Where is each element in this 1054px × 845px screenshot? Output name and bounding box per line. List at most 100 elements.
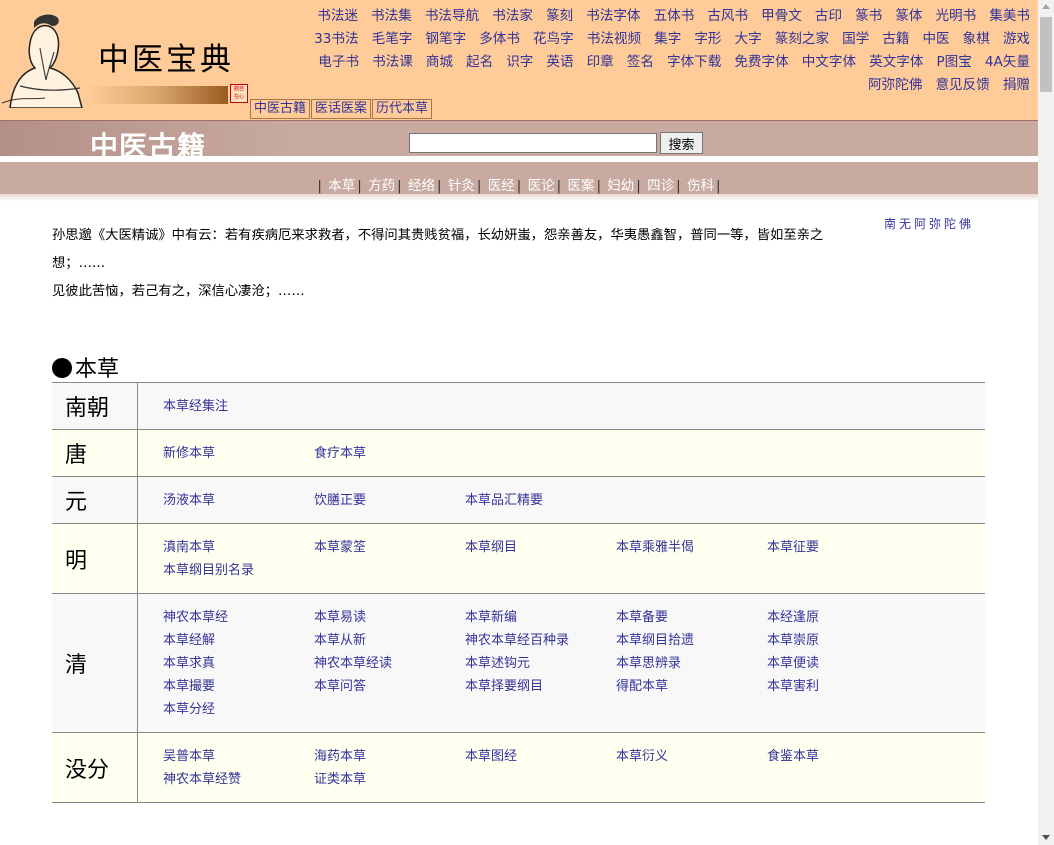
top-link[interactable]: 中医 (922, 31, 949, 47)
book-link[interactable]: 本草问答 (314, 675, 465, 698)
top-link[interactable]: 意见反馈 (935, 77, 989, 93)
top-link[interactable]: 篆刻 (546, 8, 573, 24)
top-link[interactable]: 中文字体 (802, 54, 856, 70)
book-link[interactable]: 本草从新 (314, 629, 465, 652)
top-link[interactable]: 识字 (506, 54, 533, 70)
tab-lidai-bencao[interactable]: 历代本草 (372, 99, 433, 119)
book-link[interactable]: 本草图经 (465, 745, 616, 768)
book-link[interactable]: 本草便读 (767, 652, 918, 675)
nav-item-yilun[interactable]: 医论 (528, 178, 555, 194)
book-link[interactable]: 本经逢原 (767, 606, 918, 629)
top-link[interactable]: 捐赠 (1003, 77, 1030, 93)
top-link[interactable]: 书法导航 (425, 8, 479, 24)
nav-item-fangyao[interactable]: 方药 (368, 178, 395, 194)
top-link[interactable]: 集字 (654, 31, 681, 47)
top-link[interactable]: 书法视频 (587, 31, 641, 47)
book-link[interactable]: 本草经解 (163, 629, 314, 652)
vertical-scrollbar[interactable] (1038, 0, 1054, 845)
top-link[interactable]: 多体书 (479, 31, 520, 47)
nav-item-sizhen[interactable]: 四诊 (647, 178, 674, 194)
book-link[interactable]: 吴普本草 (163, 745, 314, 768)
book-link[interactable]: 饮膳正要 (314, 489, 465, 512)
top-link[interactable]: 英语 (546, 54, 573, 70)
top-link[interactable]: 书法集 (371, 8, 412, 24)
book-link[interactable]: 神农本草经 (163, 606, 314, 629)
top-link[interactable]: 33书法 (314, 31, 359, 47)
top-link[interactable]: 篆体 (895, 8, 922, 24)
nav-item-fuyou[interactable]: 妇幼 (607, 178, 634, 194)
book-link[interactable]: 本草分经 (163, 698, 314, 721)
book-link[interactable]: 本草害利 (767, 675, 918, 698)
nav-item-yian[interactable]: 医案 (567, 178, 594, 194)
top-link[interactable]: 游戏 (1003, 31, 1030, 47)
book-link[interactable]: 新修本草 (163, 442, 314, 465)
book-link[interactable]: 本草蒙筌 (314, 536, 465, 559)
top-link[interactable]: 国学 (842, 31, 869, 47)
top-link[interactable]: 起名 (466, 54, 493, 70)
top-link[interactable]: 篆书 (855, 8, 882, 24)
top-link[interactable]: 书法课 (372, 54, 413, 70)
book-link[interactable]: 本草纲目拾遗 (616, 629, 767, 652)
book-link[interactable]: 本草乘雅半偈 (616, 536, 767, 559)
scroll-thumb[interactable] (1040, 17, 1052, 92)
tab-yihua-yian[interactable]: 医话医案 (311, 99, 372, 119)
search-input[interactable] (409, 133, 657, 153)
top-link[interactable]: 电子书 (318, 54, 359, 70)
book-link[interactable]: 本草求真 (163, 652, 314, 675)
top-link[interactable]: 象棋 (963, 31, 990, 47)
search-button[interactable]: 搜索 (660, 132, 703, 154)
book-link[interactable]: 神农本草经百种录 (465, 629, 616, 652)
book-link[interactable]: 食鉴本草 (767, 745, 918, 768)
top-link[interactable]: 字体下载 (667, 54, 721, 70)
book-link[interactable]: 神农本草经读 (314, 652, 465, 675)
top-link[interactable]: 书法字体 (586, 8, 640, 24)
book-link[interactable]: 得配本草 (616, 675, 767, 698)
logo[interactable]: 中医宝典 觀自 在心 (0, 0, 250, 108)
book-link[interactable]: 本草征要 (767, 536, 918, 559)
book-link[interactable]: 本草衍义 (616, 745, 767, 768)
top-link[interactable]: 古籍 (882, 31, 909, 47)
book-link[interactable]: 食疗本草 (314, 442, 465, 465)
top-link[interactable]: P图宝 (936, 54, 971, 70)
nav-item-yijing[interactable]: 医经 (488, 178, 515, 194)
book-link[interactable]: 海药本草 (314, 745, 465, 768)
top-link[interactable]: 书法迷 (317, 8, 358, 24)
top-link[interactable]: 古风书 (707, 8, 748, 24)
book-link[interactable]: 本草新编 (465, 606, 616, 629)
book-link[interactable]: 本草纲目 (465, 536, 616, 559)
top-link[interactable]: 钢笔字 (425, 31, 466, 47)
top-link[interactable]: 毛笔字 (372, 31, 413, 47)
top-link[interactable]: 五体书 (654, 8, 695, 24)
scroll-up-arrow-icon[interactable] (1042, 4, 1050, 9)
book-link[interactable]: 本草述钩元 (465, 652, 616, 675)
tab-zhongyi-guji[interactable]: 中医古籍 (250, 99, 311, 119)
book-link[interactable]: 本草易读 (314, 606, 465, 629)
top-link[interactable]: 光明书 (935, 8, 976, 24)
book-link[interactable]: 本草撮要 (163, 675, 314, 698)
top-link[interactable]: 签名 (627, 54, 654, 70)
nav-item-shangke[interactable]: 伤科 (687, 178, 714, 194)
book-link[interactable]: 证类本草 (314, 768, 465, 791)
top-link[interactable]: 免费字体 (734, 54, 788, 70)
top-link[interactable]: 古印 (815, 8, 842, 24)
book-link[interactable]: 神农本草经赞 (163, 768, 314, 791)
nav-item-jingluo[interactable]: 经络 (408, 178, 435, 194)
book-link[interactable]: 汤液本草 (163, 489, 314, 512)
top-link[interactable]: 印章 (587, 54, 614, 70)
book-link[interactable]: 本草品汇精要 (465, 489, 616, 512)
book-link[interactable]: 本草纲目别名录 (163, 559, 314, 582)
top-link[interactable]: 4A矢量 (985, 54, 1030, 70)
nav-item-bencao[interactable]: 本草 (328, 178, 355, 194)
book-link[interactable]: 本草经集注 (163, 395, 314, 418)
top-link[interactable]: 英文字体 (869, 54, 923, 70)
nav-item-zhenjiu[interactable]: 针灸 (448, 178, 475, 194)
top-link[interactable]: 甲骨文 (761, 8, 802, 24)
top-link[interactable]: 篆刻之家 (775, 31, 829, 47)
top-link[interactable]: 商城 (426, 54, 453, 70)
top-link[interactable]: 字形 (694, 31, 721, 47)
book-link[interactable]: 本草择要纲目 (465, 675, 616, 698)
top-link[interactable]: 花鸟字 (533, 31, 574, 47)
scroll-down-arrow-icon[interactable] (1042, 835, 1050, 840)
book-link[interactable]: 滇南本草 (163, 536, 314, 559)
top-link[interactable]: 阿弥陀佛 (868, 77, 922, 93)
